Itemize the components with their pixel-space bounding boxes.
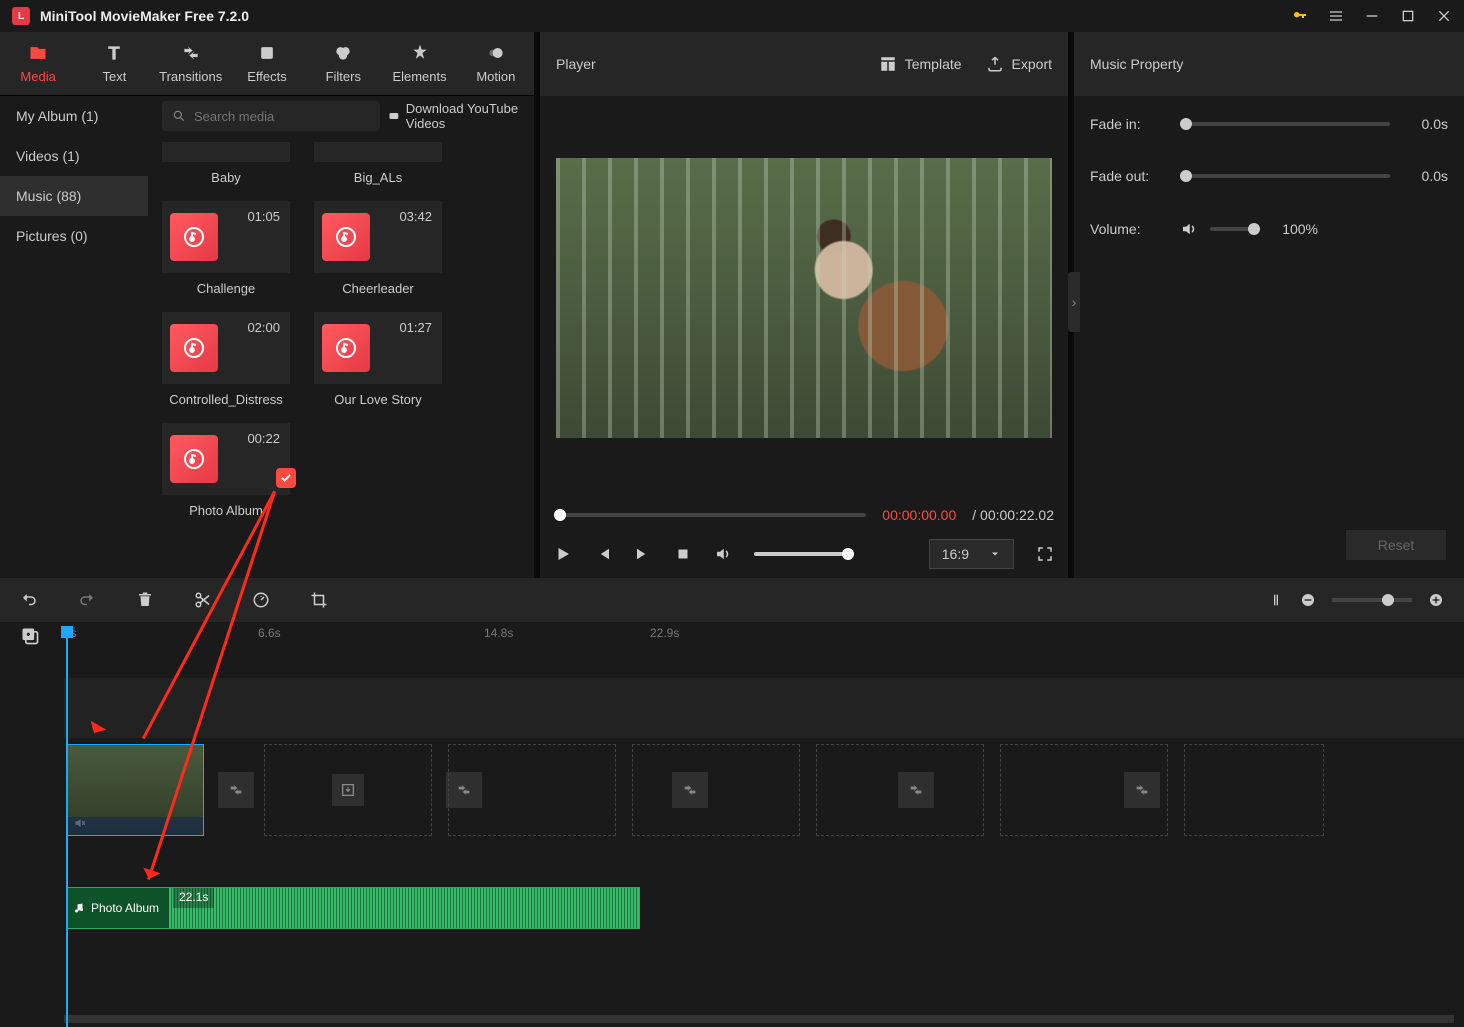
sidebar-item-videos[interactable]: Videos (1): [0, 136, 148, 176]
tab-motion[interactable]: Motion: [458, 32, 534, 95]
timeline: 0s 6.6s 14.8s 22.9s Track1 Photo Album: [0, 578, 1464, 1027]
waveform: [169, 888, 639, 928]
crop-icon[interactable]: [310, 591, 328, 609]
reset-button[interactable]: Reset: [1346, 530, 1446, 560]
app-logo: L: [12, 7, 30, 25]
tab-media[interactable]: Media: [0, 32, 76, 95]
zoom-slider[interactable]: [1332, 598, 1412, 602]
fullscreen-icon[interactable]: [1036, 545, 1054, 563]
split-icon[interactable]: [194, 591, 212, 609]
fade-out-label: Fade out:: [1090, 168, 1168, 184]
properties-panel: › Music Property Fade in: 0.0s Fade out:…: [1074, 32, 1464, 578]
fade-in-slider[interactable]: [1180, 122, 1390, 126]
app-title: MiniTool MovieMaker Free 7.2.0: [40, 8, 249, 24]
key-icon[interactable]: [1292, 8, 1308, 24]
export-button[interactable]: Export: [986, 55, 1052, 73]
zoom-out-icon[interactable]: [1300, 592, 1316, 608]
download-youtube-link[interactable]: Download YouTube Videos: [388, 101, 520, 131]
media-item[interactable]: 01:27 Our Love Story: [314, 312, 442, 407]
music-icon: [170, 435, 218, 483]
mute-icon[interactable]: [73, 816, 87, 833]
volume-slider[interactable]: [1210, 227, 1260, 231]
music-icon: [170, 213, 218, 261]
maximize-icon[interactable]: [1400, 8, 1416, 24]
sidebar: My Album (1) Videos (1) Music (88) Pictu…: [0, 96, 148, 578]
preview-canvas: [556, 158, 1052, 438]
media-item[interactable]: 01:05 Challenge: [162, 201, 290, 296]
tab-filters[interactable]: Filters: [305, 32, 381, 95]
zoom-in-icon[interactable]: [1428, 592, 1444, 608]
tab-effects[interactable]: Effects: [229, 32, 305, 95]
media-grid: Baby Big_ALs 01:05 Challenge 03:42 Cheer…: [148, 136, 534, 578]
sidebar-item-pictures[interactable]: Pictures (0): [0, 216, 148, 256]
music-icon: [170, 324, 218, 372]
volume-value: 100%: [1272, 221, 1318, 237]
fade-in-value: 0.0s: [1402, 116, 1448, 132]
collapse-icon[interactable]: ›: [1068, 272, 1080, 332]
drop-zone[interactable]: [1184, 744, 1324, 836]
speed-icon[interactable]: [252, 591, 270, 609]
stop-icon[interactable]: [674, 545, 692, 563]
horizontal-scrollbar[interactable]: [64, 1015, 1454, 1023]
delete-icon[interactable]: [136, 591, 154, 609]
time-total: / 00:00:22.02: [972, 507, 1054, 523]
media-item[interactable]: 03:42 Cheerleader: [314, 201, 442, 296]
music-icon: [322, 324, 370, 372]
player-panel: Player Template Export 00:00:00.00 / 00:…: [540, 32, 1068, 578]
video-clip[interactable]: [66, 744, 204, 836]
media-item[interactable]: Big_ALs: [314, 142, 442, 185]
tab-elements[interactable]: Elements: [381, 32, 457, 95]
playhead[interactable]: [66, 628, 68, 1027]
drop-zone[interactable]: [264, 744, 432, 836]
media-item[interactable]: 02:00 Controlled_Distress: [162, 312, 290, 407]
volume-icon[interactable]: [1180, 220, 1198, 238]
time-current: 00:00:00.00: [882, 507, 956, 523]
player-title: Player: [556, 56, 596, 72]
play-icon[interactable]: [554, 545, 572, 563]
redo-icon[interactable]: [78, 591, 96, 609]
drop-zone[interactable]: [816, 744, 984, 836]
fade-in-label: Fade in:: [1090, 116, 1168, 132]
fit-icon[interactable]: [1268, 592, 1284, 608]
drop-zone[interactable]: [632, 744, 800, 836]
tab-strip: Media Text Transitions Effects Filters E…: [0, 32, 534, 96]
volume-slider[interactable]: [754, 552, 854, 556]
drop-zone[interactable]: [1000, 744, 1168, 836]
sidebar-item-myalbum[interactable]: My Album (1): [0, 96, 148, 136]
drop-zone[interactable]: [448, 744, 616, 836]
search-input[interactable]: [162, 101, 380, 131]
check-icon: [276, 468, 296, 488]
track-text[interactable]: Track1: [0, 678, 1464, 738]
properties-title: Music Property: [1074, 32, 1464, 96]
titlebar: L MiniTool MovieMaker Free 7.2.0: [0, 0, 1464, 32]
minimize-icon[interactable]: [1364, 8, 1380, 24]
aspect-select[interactable]: 16:9: [929, 539, 1014, 569]
music-icon: [322, 213, 370, 261]
media-item[interactable]: Baby: [162, 142, 290, 185]
undo-icon[interactable]: [20, 591, 38, 609]
audio-clip[interactable]: Photo Album 22.1s: [66, 887, 640, 929]
sidebar-item-music[interactable]: Music (88): [0, 176, 148, 216]
fade-out-value: 0.0s: [1402, 168, 1448, 184]
volume-label: Volume:: [1090, 221, 1168, 237]
next-frame-icon[interactable]: [634, 545, 652, 563]
prev-frame-icon[interactable]: [594, 545, 612, 563]
transition-slot[interactable]: [218, 772, 254, 808]
tab-text[interactable]: Text: [76, 32, 152, 95]
volume-icon[interactable]: [714, 545, 732, 563]
template-button[interactable]: Template: [879, 55, 962, 73]
download-icon: [332, 774, 364, 806]
fade-out-slider[interactable]: [1180, 174, 1390, 178]
add-track-icon[interactable]: [20, 626, 40, 646]
ruler[interactable]: 0s 6.6s 14.8s 22.9s: [64, 622, 1464, 650]
media-panel: Media Text Transitions Effects Filters E…: [0, 32, 534, 578]
seek-slider[interactable]: [554, 513, 866, 517]
tab-transitions[interactable]: Transitions: [153, 32, 229, 95]
menu-icon[interactable]: [1328, 8, 1344, 24]
close-icon[interactable]: [1436, 8, 1452, 24]
